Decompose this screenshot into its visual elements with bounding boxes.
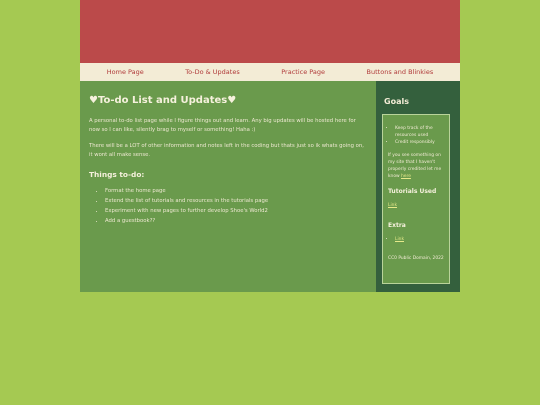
sidebar-box: Keep track of the resources used Credit … bbox=[382, 114, 450, 284]
extra-title: Extra bbox=[388, 222, 406, 229]
page-title: ♥To-do List and Updates♥ bbox=[89, 95, 237, 106]
todo-list: Format the home page Extend the list of … bbox=[89, 186, 368, 226]
todo-item: Experiment with new pages to further dev… bbox=[105, 206, 368, 216]
extra-link[interactable]: Link bbox=[395, 237, 404, 242]
top-nav: Home Page To-Do & Updates Practice Page … bbox=[80, 63, 460, 81]
todo-item: Extend the list of tutorials and resourc… bbox=[105, 196, 368, 206]
credit-note-text: If you see something on my site that I h… bbox=[388, 153, 442, 179]
todo-item: Format the home page bbox=[105, 186, 368, 196]
todo-heading: Things to-do: bbox=[89, 170, 145, 179]
tutorials-title: Tutorials Used bbox=[388, 188, 437, 195]
tutorials-link[interactable]: Link bbox=[388, 203, 397, 208]
todo-item: Add a guestbook?? bbox=[105, 216, 368, 226]
nav-buttons-blinkies[interactable]: Buttons and Blinkies bbox=[367, 68, 434, 76]
main-content: ♥To-do List and Updates♥ A personal to-d… bbox=[80, 81, 376, 292]
goal-item: Credit responsibly bbox=[395, 139, 445, 146]
goals-list: Keep track of the resources used Credit … bbox=[388, 125, 445, 146]
nav-practice-page[interactable]: Practice Page bbox=[281, 68, 325, 76]
extra-list: Link bbox=[388, 236, 445, 243]
footer-license: CC0 Public Domain, 2022 bbox=[388, 256, 444, 261]
page-container: Home Page To-Do & Updates Practice Page … bbox=[80, 0, 460, 292]
credit-note-link[interactable]: here bbox=[401, 174, 411, 179]
goal-item: Keep track of the resources used bbox=[395, 125, 445, 139]
nav-home[interactable]: Home Page bbox=[107, 68, 144, 76]
nav-todo-updates[interactable]: To-Do & Updates bbox=[185, 68, 239, 76]
credit-note: If you see something on my site that I h… bbox=[388, 152, 445, 180]
sidebar: Goals Keep track of the resources used C… bbox=[376, 81, 460, 292]
header-banner bbox=[80, 0, 460, 63]
goals-title: Goals bbox=[384, 97, 409, 106]
intro-paragraph: A personal to-do list page while I figur… bbox=[89, 118, 356, 133]
info-paragraph: There will be a LOT of other information… bbox=[89, 143, 364, 158]
